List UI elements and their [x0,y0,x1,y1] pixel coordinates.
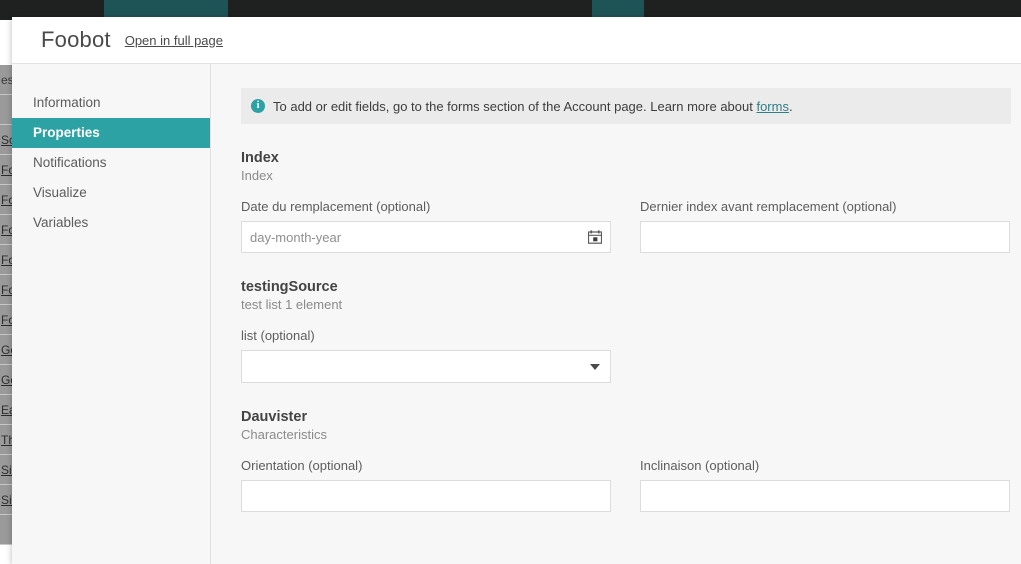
info-icon: i [251,99,265,113]
open-in-full-page-link[interactable]: Open in full page [125,33,223,48]
section-subtitle: Index [241,168,273,183]
section-subtitle: test list 1 element [241,297,343,312]
sidebar-item-variables[interactable]: Variables [12,208,210,238]
modal-content: i To add or edit fields, go to the forms… [211,64,1021,564]
info-banner-text-before: To add or edit fields, go to the forms s… [273,98,757,114]
form-section: Index Index Date du remplacement (optional… [241,150,1021,253]
modal-body: Information Properties Notifications Visual… [12,63,1021,564]
foobot-modal: Foobot Open in full page Information Prop… [12,17,1021,564]
field-label: list (optional) [241,328,315,343]
sidebar-item-label: Visualize [33,185,87,200]
select-input[interactable] [241,350,611,383]
form-field: Inclinaison (optional) [640,458,1010,512]
text-input[interactable] [241,480,611,512]
info-banner-text: To add or edit fields, go to the forms s… [273,99,793,114]
page-title: Foobot [41,27,111,52]
date-input[interactable]: day-month-year [241,221,611,253]
field-row: list (optional) [241,328,1021,383]
form-field: Orientation (optional) [241,458,611,512]
form-section: Dauvister Characteristics Orientation (opt… [241,409,1021,512]
info-banner-text-after: . [788,98,793,114]
field-label: Orientation (optional) [241,458,363,473]
form-sections: Index Index Date du remplacement (optional… [241,150,1021,512]
sidebar-item-label: Variables [33,215,89,230]
form-field: Date du remplacement (optional) day-month… [241,199,611,253]
field-label: Date du remplacement (optional) [241,199,431,214]
field-row: Orientation (optional) Inclinaison (optio… [241,458,1021,512]
field-label: Inclinaison (optional) [640,458,760,473]
field-label: Dernier index avant remplacement (option… [640,199,897,214]
section-title: testingSource [241,279,338,295]
sidebar-item-notifications[interactable]: Notifications [12,148,210,178]
modal-sidebar: Information Properties Notifications Visual… [12,64,211,564]
field-row: Date du remplacement (optional) day-month… [241,199,1021,253]
modal-header: Foobot Open in full page [12,17,1021,63]
form-section: testingSource test list 1 element list (op… [241,279,1021,383]
chevron-down-icon[interactable] [590,363,600,370]
input-value: day-month-year [250,229,342,245]
section-subtitle: Characteristics [241,427,327,442]
sidebar-item-label: Information [33,95,101,110]
form-field: Dernier index avant remplacement (option… [640,199,1010,253]
sidebar-item-label: Properties [33,125,100,140]
info-banner: i To add or edit fields, go to the forms… [241,88,1011,124]
text-input[interactable] [640,221,1010,253]
forms-link[interactable]: forms [756,99,789,114]
sidebar-item-properties[interactable]: Properties [12,118,210,148]
sidebar-item-label: Notifications [33,155,107,170]
text-input[interactable] [640,480,1010,512]
sidebar-item-visualize[interactable]: Visualize [12,178,210,208]
section-title: Dauvister [241,409,308,425]
form-field: list (optional) [241,328,611,383]
calendar-icon[interactable] [587,230,603,244]
section-title: Index [241,150,279,166]
sidebar-item-information[interactable]: Information [12,88,210,118]
page-root: esSoFooFooFooFooFooFooGéGéEauTheSimSim F… [0,0,1021,564]
